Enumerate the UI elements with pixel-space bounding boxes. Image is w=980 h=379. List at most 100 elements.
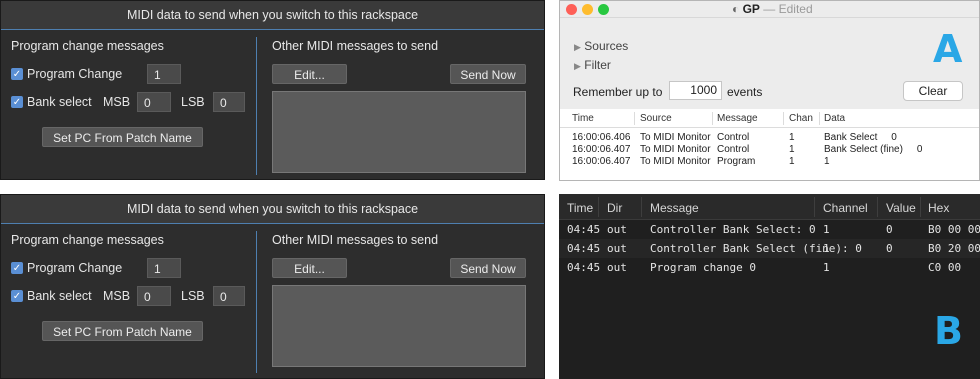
cell-chan: 1 (789, 144, 795, 155)
midi-messages-textarea[interactable] (272, 285, 526, 367)
cell-time: 04:45 (567, 223, 601, 236)
program-change-row: ✓ Program Change 1 (11, 257, 251, 279)
midi-monitor-window: ◐ GP — Edited ▶ Sources ▶ Filter A Remem… (559, 0, 980, 181)
column-header-channel[interactable]: Channel (823, 201, 868, 215)
program-change-label: Program Change (27, 261, 123, 275)
document-icon: ◐ (732, 2, 740, 16)
cell-message: Control (717, 144, 750, 155)
table-row[interactable]: 04:45 out Controller Bank Select (fine):… (559, 239, 980, 258)
cell-hex: C0 00 (928, 261, 962, 274)
column-header-source[interactable]: Source (640, 113, 672, 124)
cell-dir: out (607, 223, 627, 236)
corner-letter-a: A (933, 27, 963, 71)
cell-message: Controller Bank Select: 0 (650, 223, 816, 236)
sources-disclosure[interactable]: ▶ Sources (574, 39, 628, 53)
disclosure-triangle-icon: ▶ (574, 42, 581, 52)
remember-label: Remember up to (573, 85, 663, 99)
bank-select-row: ✓ Bank select MSB 0 LSB 0 (11, 285, 251, 307)
program-change-checkbox[interactable]: ✓ (11, 68, 23, 80)
edit-button[interactable]: Edit... (272, 64, 347, 84)
program-change-row: ✓ Program Change 1 (11, 63, 251, 85)
program-change-heading: Program change messages (11, 233, 164, 247)
cell-message: Program change 0 (650, 261, 756, 274)
send-now-button[interactable]: Send Now (450, 64, 526, 84)
edit-button[interactable]: Edit... (272, 258, 347, 278)
set-pc-from-patch-name-button[interactable]: Set PC From Patch Name (42, 321, 203, 341)
lsb-field[interactable]: 0 (213, 92, 245, 112)
column-header-message[interactable]: Message (650, 201, 699, 215)
cell-source: To MIDI Monitor (640, 156, 711, 167)
sources-label: Sources (584, 39, 629, 53)
column-header-message[interactable]: Message (717, 113, 758, 124)
table-header: Time Dir Message Channel Value Hex (559, 194, 980, 220)
column-header-value[interactable]: Value (886, 201, 916, 215)
cell-message: Controller Bank Select (fine): 0 (650, 242, 862, 255)
program-change-field[interactable]: 1 (147, 64, 181, 84)
lsb-label: LSB (181, 289, 205, 303)
cell-channel: 1 (823, 242, 830, 255)
minimize-window-icon[interactable] (582, 4, 593, 15)
cell-hex: B0 20 00 (928, 242, 980, 255)
cell-time: 16:00:06.407 (572, 144, 631, 155)
other-midi-section: Other MIDI messages to send Edit... Send… (272, 233, 532, 373)
bank-select-checkbox[interactable]: ✓ (11, 290, 23, 302)
close-window-icon[interactable] (566, 4, 577, 15)
table-row[interactable]: 04:45 out Controller Bank Select: 0 1 0 … (559, 220, 980, 239)
section-divider (256, 37, 257, 175)
cell-message: Program (717, 156, 756, 167)
bank-select-label: Bank select (27, 289, 92, 303)
set-pc-from-patch-name-button[interactable]: Set PC From Patch Name (42, 127, 203, 147)
cell-time: 04:45 (567, 261, 601, 274)
table-row[interactable]: 16:00:06.407 To MIDI Monitor Control 1 B… (560, 144, 979, 156)
cell-channel: 1 (823, 223, 830, 236)
column-header-data[interactable]: Data (824, 113, 845, 124)
filter-disclosure[interactable]: ▶ Filter (574, 58, 611, 72)
column-header-dir[interactable]: Dir (607, 201, 622, 215)
other-midi-buttons: Edit... Send Now (272, 63, 526, 85)
midi-messages-textarea[interactable] (272, 91, 526, 173)
column-header-time[interactable]: Time (567, 201, 593, 215)
table-row[interactable]: 16:00:06.406 To MIDI Monitor Control 1 B… (560, 132, 979, 144)
program-change-heading: Program change messages (11, 39, 164, 53)
cell-time: 16:00:06.407 (572, 156, 631, 167)
program-change-field[interactable]: 1 (147, 258, 181, 278)
cell-channel: 1 (823, 261, 830, 274)
table-row[interactable]: 04:45 out Program change 0 1 C0 00 (559, 258, 980, 277)
cell-message: Control (717, 132, 750, 143)
events-count-field[interactable]: 1000 (669, 81, 722, 100)
events-table: Time Source Message Chan Data 16:00:06.4… (560, 109, 979, 180)
lsb-label: LSB (181, 95, 205, 109)
panel-title: MIDI data to send when you switch to thi… (1, 195, 544, 224)
window-titlebar: ◐ GP — Edited (560, 1, 979, 18)
program-change-section: Program change messages ✓ Program Change… (11, 233, 251, 341)
other-midi-heading: Other MIDI messages to send (272, 233, 439, 247)
send-now-button[interactable]: Send Now (450, 258, 526, 278)
zoom-window-icon[interactable] (598, 4, 609, 15)
msb-field[interactable]: 0 (137, 92, 171, 112)
lsb-field[interactable]: 0 (213, 286, 245, 306)
cell-hex: B0 00 00 (928, 223, 980, 236)
column-header-time[interactable]: Time (572, 113, 594, 124)
window-title: ◐ GP — Edited (732, 2, 813, 16)
bank-select-checkbox[interactable]: ✓ (11, 96, 23, 108)
cell-chan: 1 (789, 132, 795, 143)
cell-dir: out (607, 261, 627, 274)
msb-field[interactable]: 0 (137, 286, 171, 306)
program-change-checkbox[interactable]: ✓ (11, 262, 23, 274)
column-header-chan[interactable]: Chan (789, 113, 813, 124)
cell-source: To MIDI Monitor (640, 132, 711, 143)
bank-select-label: Bank select (27, 95, 92, 109)
cell-data: Bank Select (fine) 0 (824, 144, 923, 155)
other-midi-section: Other MIDI messages to send Edit... Send… (272, 39, 532, 179)
panel-title: MIDI data to send when you switch to thi… (1, 1, 544, 30)
clear-button[interactable]: Clear (903, 81, 963, 101)
other-midi-buttons: Edit... Send Now (272, 257, 526, 279)
window-title-app: GP (742, 2, 760, 16)
table-row[interactable]: 16:00:06.407 To MIDI Monitor Program 1 1 (560, 156, 979, 168)
cell-time: 16:00:06.406 (572, 132, 631, 143)
program-change-label: Program Change (27, 67, 123, 81)
msb-label: MSB (103, 289, 131, 303)
column-header-hex[interactable]: Hex (928, 201, 949, 215)
cell-chan: 1 (789, 156, 795, 167)
cell-data: Bank Select 0 (824, 132, 897, 143)
